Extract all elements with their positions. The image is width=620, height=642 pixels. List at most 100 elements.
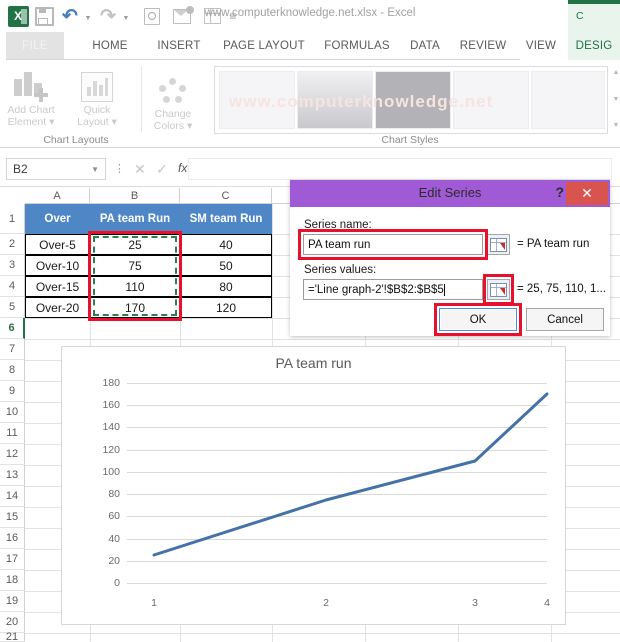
chart-object[interactable]: PA team run 0 20 40 60 80 100 120 140 16… bbox=[61, 346, 566, 625]
quick-layout-label-1: Quick bbox=[83, 104, 111, 116]
row-header-16[interactable]: 16 bbox=[0, 528, 25, 549]
row-header-3[interactable]: 3 bbox=[0, 255, 25, 276]
series-values-label-text: Series values: bbox=[304, 264, 377, 276]
x-tick-label: 4 bbox=[544, 597, 550, 609]
row-header-9[interactable]: 9 bbox=[0, 381, 25, 402]
document-title: www.computerknowledge.net.xlsx - Excel bbox=[204, 7, 416, 19]
dialog-close-button[interactable]: ✕ bbox=[566, 182, 608, 205]
y-tick-label: 100 bbox=[102, 466, 120, 478]
row-header-8[interactable]: 8 bbox=[0, 360, 25, 381]
table-header-pa-run[interactable]: PA team Run bbox=[90, 204, 180, 234]
edit-series-dialog: Edit Series ? ✕ Series name: PA team run… bbox=[290, 180, 610, 336]
row-header-15[interactable]: 15 bbox=[0, 507, 25, 528]
enter-formula-icon[interactable]: ✓ bbox=[156, 161, 168, 178]
table-row[interactable]: Over-15 bbox=[25, 276, 90, 297]
x-tick-label: 1 bbox=[151, 597, 157, 609]
table-header-sm-run[interactable]: SM team Run bbox=[180, 204, 272, 234]
name-box[interactable]: B2 ▼ bbox=[6, 158, 106, 180]
y-tick-label: 0 bbox=[114, 577, 120, 589]
y-tick-label: 120 bbox=[102, 444, 120, 456]
chart-style-option-1[interactable] bbox=[219, 71, 295, 129]
chart-style-option-3[interactable] bbox=[375, 71, 451, 129]
tab-insert[interactable]: INSERT bbox=[148, 32, 210, 60]
formula-bar-grip[interactable]: ⋮ bbox=[114, 162, 125, 176]
table-row[interactable]: 120 bbox=[180, 297, 272, 318]
name-box-value: B2 bbox=[13, 162, 28, 176]
row-header-12[interactable]: 12 bbox=[0, 444, 25, 465]
y-tick-label: 40 bbox=[108, 533, 120, 545]
add-chart-element-button[interactable]: Add Chart Element ▾ bbox=[2, 66, 60, 128]
row-header-14[interactable]: 14 bbox=[0, 486, 25, 507]
table-header-over[interactable]: Over bbox=[25, 204, 90, 234]
chart-styles-group-caption: Chart Styles bbox=[381, 134, 439, 146]
dialog-body: Series name: PA team run = PA team run S… bbox=[290, 207, 610, 336]
quick-layout-label-2: Layout ▾ bbox=[77, 116, 117, 128]
tab-formulas[interactable]: FORMULAS bbox=[318, 32, 396, 60]
row-header-10[interactable]: 10 bbox=[0, 402, 25, 423]
row-header-2[interactable]: 2 bbox=[0, 234, 25, 255]
cancel-button[interactable]: Cancel bbox=[526, 308, 604, 331]
chart-styles-scroll-arrows[interactable]: ▲ ▼ ▼ bbox=[610, 68, 620, 130]
chart-styles-gallery[interactable]: www.computerknowledge.net bbox=[214, 66, 608, 134]
column-header-a[interactable]: A bbox=[25, 188, 90, 204]
gallery-scroll-up-icon[interactable]: ▲ bbox=[613, 68, 620, 77]
table-row[interactable]: 50 bbox=[180, 255, 272, 276]
chart-style-option-5[interactable] bbox=[531, 71, 605, 129]
row-header-18[interactable]: 18 bbox=[0, 570, 25, 591]
row-header-1[interactable]: 1 bbox=[0, 204, 25, 234]
column-header-b[interactable]: B bbox=[90, 188, 180, 204]
table-row[interactable]: 170 bbox=[90, 297, 180, 318]
row-header-11[interactable]: 11 bbox=[0, 423, 25, 444]
table-row[interactable]: Over-5 bbox=[25, 234, 90, 255]
row-header-13[interactable]: 13 bbox=[0, 465, 25, 486]
tab-page-layout[interactable]: PAGE LAYOUT bbox=[214, 32, 314, 60]
tab-review[interactable]: REVIEW bbox=[452, 32, 514, 60]
add-chart-element-label-1: Add Chart bbox=[7, 104, 55, 116]
tab-design[interactable]: DESIG bbox=[568, 32, 620, 60]
row-header-20[interactable]: 20 bbox=[0, 612, 25, 633]
insert-function-icon[interactable]: fx bbox=[178, 161, 187, 175]
y-tick-label: 140 bbox=[102, 421, 120, 433]
series-name-input[interactable]: PA team run bbox=[303, 234, 483, 255]
series-values-range-selector[interactable] bbox=[487, 279, 510, 300]
series-values-input[interactable]: ='Line graph-2'!$B$2:$B$5 bbox=[303, 279, 483, 300]
formula-input[interactable] bbox=[188, 158, 612, 180]
x-tick-label: 3 bbox=[472, 597, 478, 609]
tab-view[interactable]: VIEW bbox=[518, 32, 564, 60]
dialog-help-button[interactable]: ? bbox=[555, 184, 564, 200]
gallery-scroll-down-icon[interactable]: ▼ bbox=[613, 95, 620, 104]
table-row[interactable]: 80 bbox=[180, 276, 272, 297]
table-row[interactable]: Over-10 bbox=[25, 255, 90, 276]
tab-file[interactable]: FILE bbox=[6, 32, 64, 60]
column-header-c[interactable]: C bbox=[180, 188, 272, 204]
row-header-5[interactable]: 5 bbox=[0, 297, 25, 318]
chart-style-option-4[interactable] bbox=[453, 71, 529, 129]
series-name-range-selector[interactable] bbox=[487, 234, 510, 255]
series-name-result: = PA team run bbox=[517, 238, 590, 250]
row-header-19[interactable]: 19 bbox=[0, 591, 25, 612]
ribbon: Add Chart Element ▾ Quick Layout ▾ Chart… bbox=[0, 60, 620, 148]
row-header-17[interactable]: 17 bbox=[0, 549, 25, 570]
tab-home[interactable]: HOME bbox=[80, 32, 140, 60]
y-tick-label: 80 bbox=[108, 488, 120, 500]
add-chart-element-label-2: Element ▾ bbox=[7, 116, 55, 128]
row-header-21[interactable]: 21 bbox=[0, 631, 25, 642]
title-bar: X ↶ ▼ ↷ ▼ ≡ www.computerknowledge.net.xl… bbox=[0, 0, 620, 32]
name-box-dropdown-icon[interactable]: ▼ bbox=[91, 165, 99, 174]
row-header-7[interactable]: 7 bbox=[0, 339, 25, 360]
table-row[interactable]: 40 bbox=[180, 234, 272, 255]
chart-style-option-2[interactable] bbox=[297, 71, 373, 129]
row-header-6[interactable]: 6 bbox=[0, 318, 25, 339]
table-row[interactable]: 110 bbox=[90, 276, 180, 297]
table-row[interactable]: 25 bbox=[90, 234, 180, 255]
ok-button[interactable]: OK bbox=[439, 308, 517, 331]
gallery-expand-icon[interactable]: ▼ bbox=[613, 121, 620, 130]
table-row[interactable]: Over-20 bbox=[25, 297, 90, 318]
row-header-4[interactable]: 4 bbox=[0, 276, 25, 297]
change-colors-button[interactable]: Change Colors ▾ bbox=[144, 70, 202, 132]
quick-layout-button[interactable]: Quick Layout ▾ bbox=[68, 66, 126, 128]
table-row[interactable]: 75 bbox=[90, 255, 180, 276]
tab-data[interactable]: DATA bbox=[400, 32, 450, 60]
cancel-formula-icon[interactable]: ✕ bbox=[134, 161, 146, 178]
dialog-title-bar[interactable]: Edit Series ? ✕ bbox=[290, 180, 610, 207]
